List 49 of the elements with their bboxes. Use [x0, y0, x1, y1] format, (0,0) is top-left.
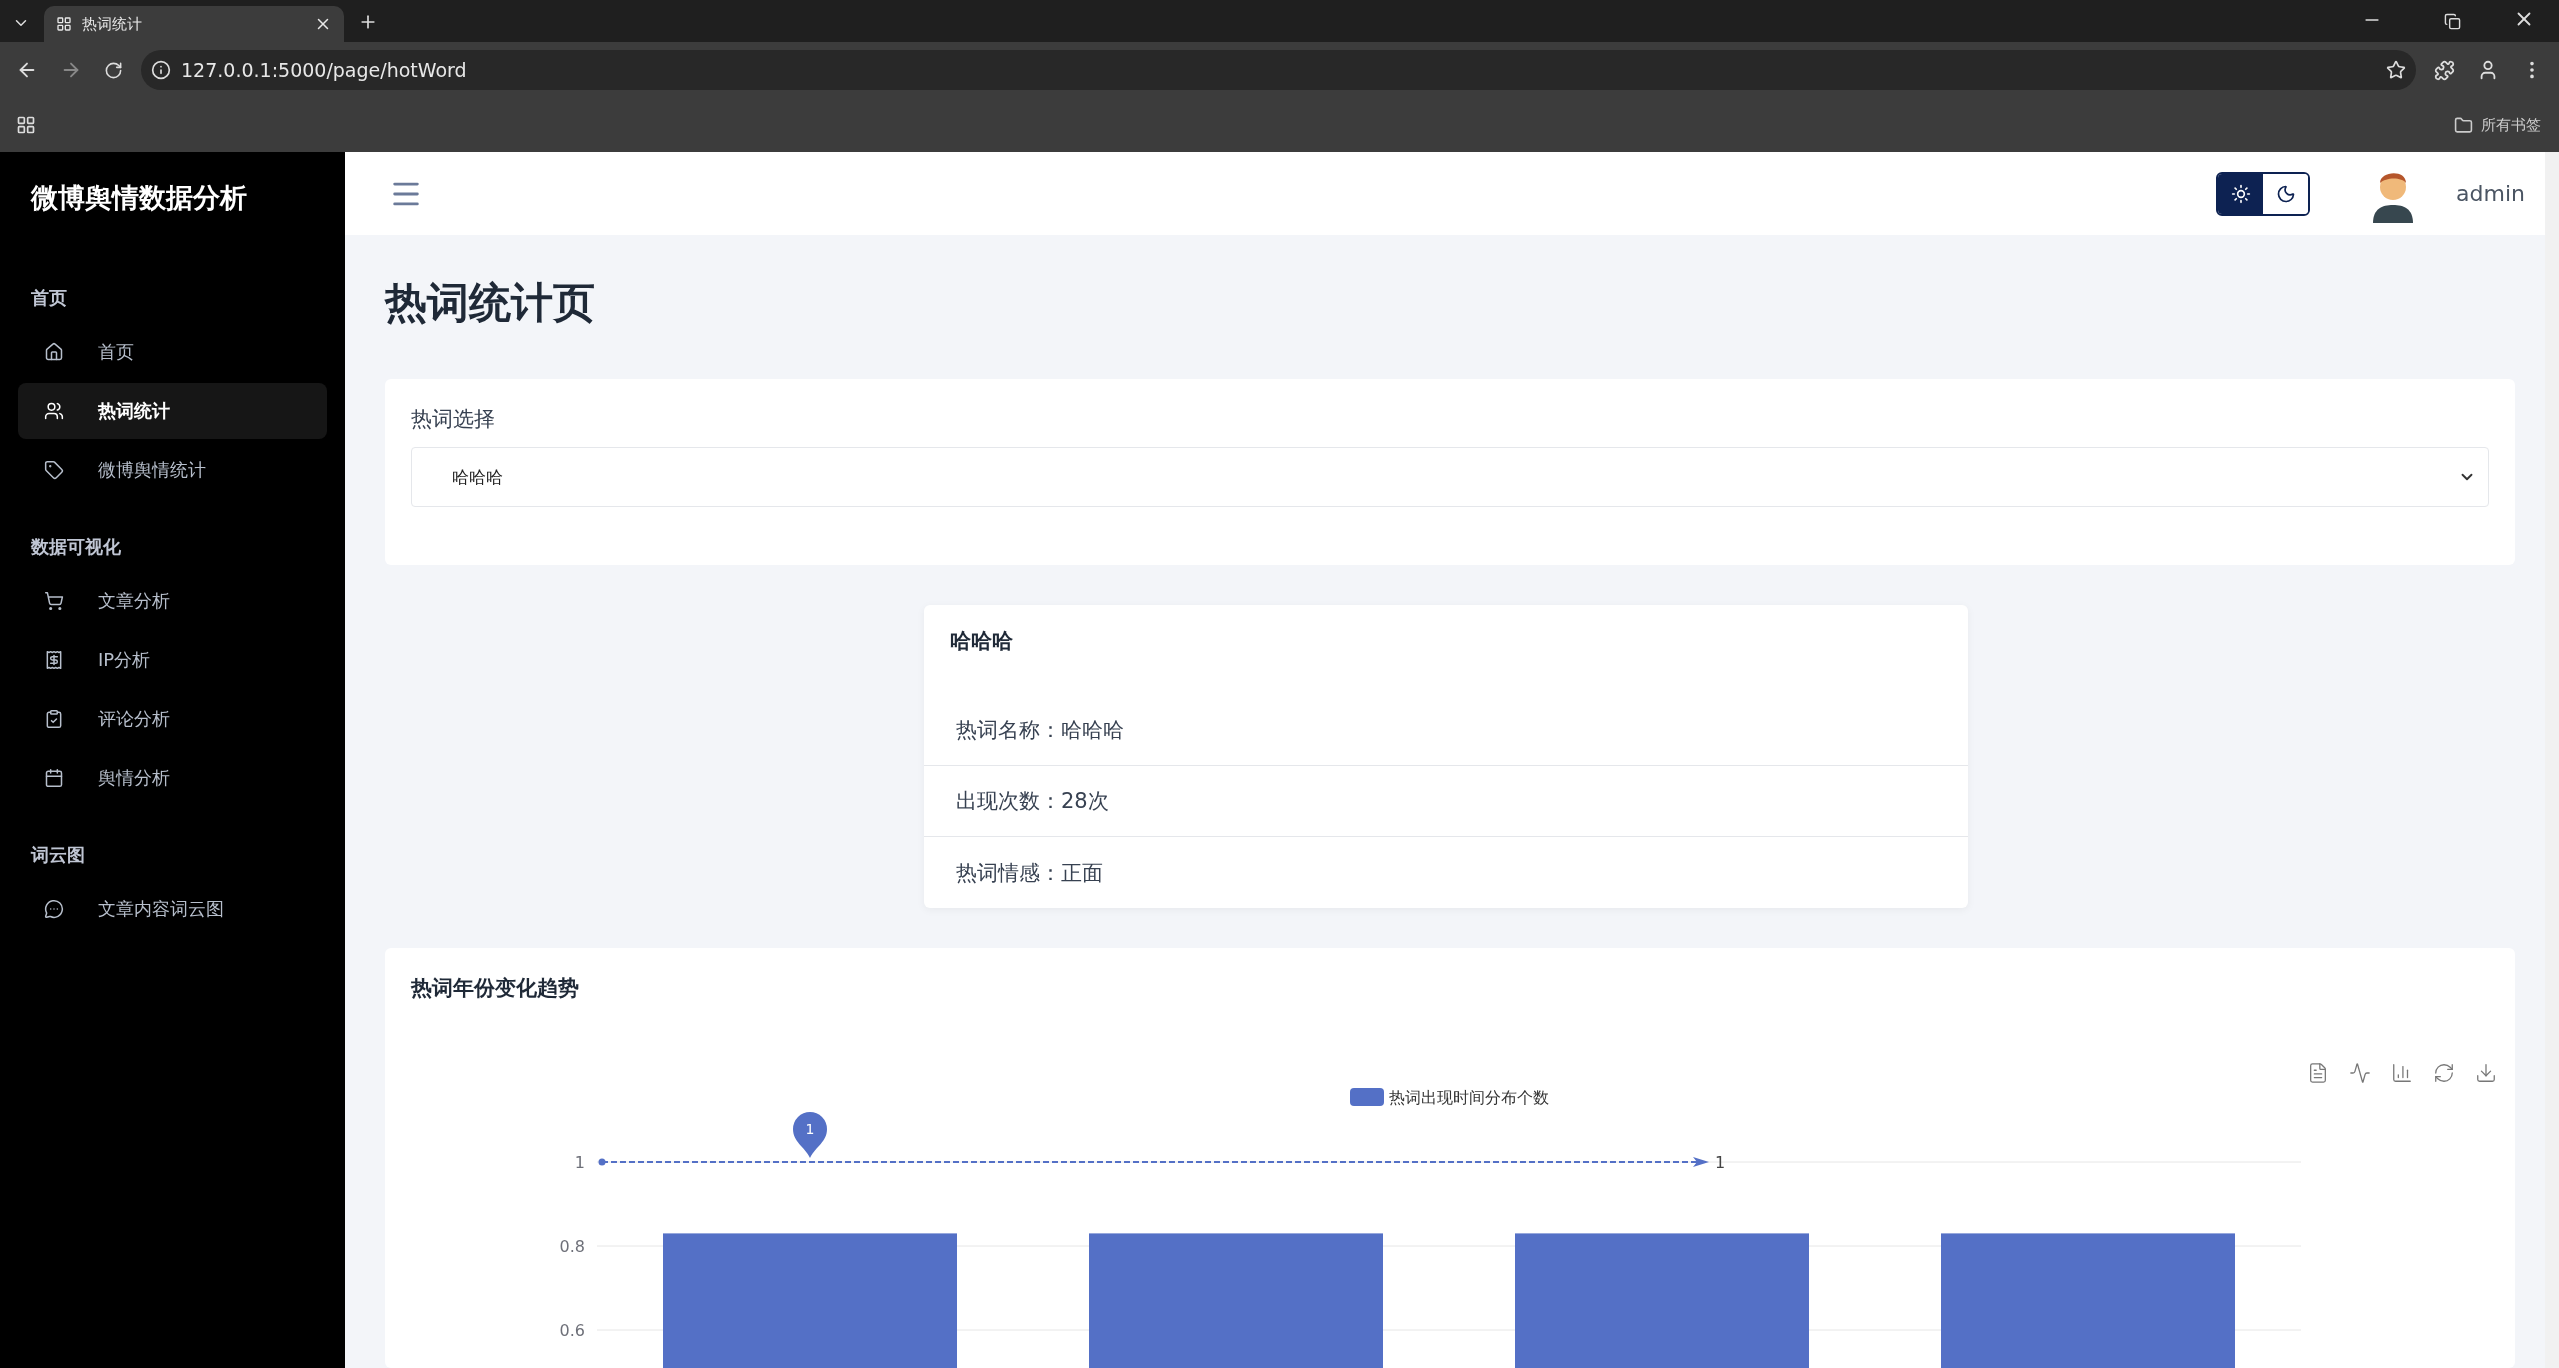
axis-tick-label: 0.8 — [559, 1237, 585, 1256]
receipt-icon — [44, 650, 64, 670]
browser-tab[interactable]: 热词统计 — [44, 6, 344, 42]
cart-icon — [44, 591, 64, 611]
folder-icon — [2454, 115, 2473, 135]
home-icon — [44, 342, 64, 362]
users-icon — [44, 401, 64, 421]
calendar-icon — [44, 768, 64, 788]
legend-item[interactable]: 热词出现时间分布个数 — [1350, 1088, 1549, 1107]
sidebar-item[interactable]: 舆情分析 — [18, 750, 327, 806]
address-bar[interactable]: 127.0.0.1:5000/page/hotWord — [141, 50, 2416, 90]
sidebar-item[interactable]: IP分析 — [18, 632, 327, 688]
legend-label: 热词出现时间分布个数 — [1389, 1088, 1549, 1107]
axis-tick-label: 1 — [574, 1153, 585, 1172]
field-label: 热词选择 — [411, 406, 496, 433]
user-name: admin — [2456, 181, 2525, 206]
clipboard-icon — [44, 709, 64, 729]
axis-tick-label: 0.6 — [559, 1321, 585, 1340]
bookmark-star-icon[interactable] — [2386, 60, 2406, 80]
tab-favicon-icon — [56, 16, 72, 32]
section-title: 首页 — [30, 286, 68, 310]
tag-icon — [44, 460, 64, 480]
line-end-arrowhead — [1693, 1157, 1709, 1167]
sidebar-item[interactable]: 评论分析 — [18, 691, 327, 747]
info-row: 出现次数：28次 — [924, 766, 1968, 837]
sidebar-item[interactable]: 首页 — [18, 324, 327, 380]
sidebar-item[interactable]: 文章分析 — [18, 573, 327, 629]
hot-word-select[interactable]: 哈哈哈 — [411, 447, 2489, 507]
section-title: 数据可视化 — [30, 535, 122, 559]
section-title: 词云图 — [29, 843, 86, 867]
page-title: 热词统计页 — [385, 277, 596, 329]
card-title: 哈哈哈 — [949, 628, 1014, 655]
sun-icon — [2230, 183, 2251, 204]
sidebar-item[interactable]: 微博舆情统计 — [18, 442, 327, 498]
sidebar-item[interactable]: 文章内容词云图 — [18, 881, 327, 937]
sidebar-item[interactable]: 热词统计 — [18, 383, 327, 439]
info-icon[interactable] — [151, 60, 171, 80]
info-row-text: 热词情感：正面 — [955, 859, 1104, 887]
chart-title: 热词年份变化趋势 — [411, 975, 580, 1002]
light-mode-button[interactable] — [2218, 173, 2264, 214]
brand-title: 微博舆情数据分析 — [29, 181, 248, 215]
tab-title: 热词统计 — [82, 14, 143, 34]
info-row: 热词名称：哈哈哈 — [924, 695, 1968, 766]
marker-pin: 1 — [793, 1112, 827, 1158]
bookmarks-folder[interactable]: 所有书签 — [2448, 114, 2547, 136]
mark-line-label: 1 — [1715, 1153, 1726, 1172]
moon-icon — [2275, 183, 2296, 204]
chat-bubble-icon — [44, 899, 64, 919]
line-start-marker — [598, 1158, 606, 1166]
